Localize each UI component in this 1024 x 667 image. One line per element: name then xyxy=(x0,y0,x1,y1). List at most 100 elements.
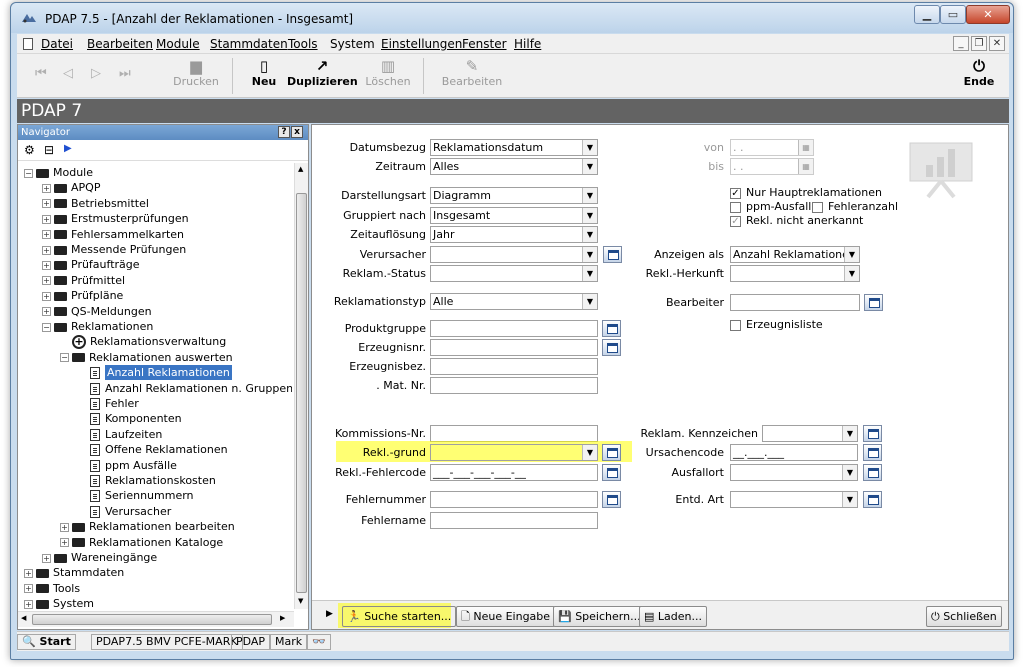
fehleranzahl-checkbox[interactable]: Fehleranzahl xyxy=(812,200,898,213)
expander-icon[interactable]: + xyxy=(42,214,51,224)
end-button[interactable]: ⏻ Ende xyxy=(959,57,999,88)
expander-icon[interactable]: + xyxy=(42,553,51,563)
expander-icon[interactable]: + xyxy=(42,183,51,193)
tree-item[interactable]: + Fehlersammelkarten xyxy=(42,227,184,242)
tree-item[interactable]: Reklamationskosten xyxy=(78,473,216,488)
tree-item[interactable]: + Reklamationen Kataloge xyxy=(60,535,223,550)
navigator-help-button[interactable]: ? xyxy=(278,126,290,138)
erzeugnisbez-input[interactable] xyxy=(430,358,598,375)
minimize-button[interactable]: ▁ xyxy=(914,5,940,24)
scroll-right-icon[interactable]: ▶ xyxy=(280,614,285,622)
bis-date-input[interactable]: . . ▦ xyxy=(730,158,814,175)
search-start-button[interactable]: 🏃 Suche starten... xyxy=(342,606,457,627)
scrollbar-thumb[interactable] xyxy=(32,614,272,625)
menu-bearbeiten[interactable]: Bearbeiten xyxy=(87,37,153,51)
tree-item[interactable]: Fehler xyxy=(78,396,139,411)
mdi-close-button[interactable]: ✕ xyxy=(989,36,1005,51)
expander-icon[interactable]: + xyxy=(24,568,33,578)
tree-collapse-icon[interactable]: ⊟ xyxy=(44,143,54,157)
chevron-down-icon[interactable]: ▼ xyxy=(842,426,857,441)
menu-tools[interactable]: Tools xyxy=(288,37,318,51)
chevron-down-icon[interactable]: ▼ xyxy=(582,445,597,460)
maximize-button[interactable]: ▭ xyxy=(940,5,966,24)
entd-art-select[interactable]: ▼ xyxy=(730,491,858,508)
von-date-input[interactable]: . . ▦ xyxy=(730,139,814,156)
prev-record-icon[interactable]: ◁ xyxy=(63,66,73,81)
erzeugnisnr-input[interactable] xyxy=(430,339,598,356)
expand-arrow-icon[interactable]: ▶ xyxy=(326,609,333,619)
menu-datei[interactable]: Datei xyxy=(41,37,73,51)
nicht-anerkannt-checkbox[interactable]: ✓ Rekl. nicht anerkannt xyxy=(730,214,863,227)
tree-item[interactable]: − Module xyxy=(24,165,93,180)
expander-icon[interactable]: + xyxy=(42,230,51,240)
verursacher-select[interactable]: ▼ xyxy=(430,246,598,263)
fehlernummer-input[interactable] xyxy=(430,491,598,508)
tree-item[interactable]: Offene Reklamationen xyxy=(78,442,228,457)
zeitraum-select[interactable]: Alles ▼ xyxy=(430,158,598,175)
rekl-grund-select[interactable]: ▼ xyxy=(430,444,598,461)
print-button[interactable]: ▆ Drucken xyxy=(171,57,221,88)
nur-haupt-checkbox[interactable]: ✓ Nur Hauptreklamationen xyxy=(730,186,882,199)
expander-icon[interactable]: + xyxy=(42,276,51,286)
expander-icon[interactable]: + xyxy=(42,291,51,301)
calendar-icon[interactable]: ▦ xyxy=(798,159,813,174)
chevron-down-icon[interactable]: ▼ xyxy=(844,247,859,262)
chevron-down-icon[interactable]: ▼ xyxy=(844,266,859,281)
menu-fenster[interactable]: Fenster xyxy=(462,37,507,51)
menu-einstellungen[interactable]: Einstellungen xyxy=(381,37,462,51)
scroll-down-icon[interactable]: ▼ xyxy=(298,597,303,605)
document-icon[interactable] xyxy=(23,38,33,50)
chevron-down-icon[interactable]: ▼ xyxy=(582,227,597,242)
tree-item[interactable]: + Wareneingänge xyxy=(42,550,157,565)
chevron-down-icon[interactable]: ▼ xyxy=(582,188,597,203)
bearbeiter-input[interactable] xyxy=(730,294,860,311)
edit-button[interactable]: ✎ Bearbeiten xyxy=(437,57,507,88)
rekl-fehlercode-input[interactable]: ___-___-___-___-__ xyxy=(430,464,598,481)
tree-item[interactable]: + QS-Meldungen xyxy=(42,304,152,319)
tree-item[interactable]: Anzahl Reklamationen n. Gruppen xyxy=(78,381,292,396)
close-form-button[interactable]: ⏻ Schließen xyxy=(926,606,1002,627)
tree-item[interactable]: + APQP xyxy=(42,180,100,195)
new-button[interactable]: ▯ Neu xyxy=(246,57,282,88)
chevron-down-icon[interactable]: ▼ xyxy=(582,159,597,174)
tree-item[interactable]: ppm Ausfälle xyxy=(78,458,177,473)
zeitaufloesung-select[interactable]: Jahr ▼ xyxy=(430,226,598,243)
mat-nr-input[interactable] xyxy=(430,377,598,394)
last-record-icon[interactable]: ⏭ xyxy=(119,66,131,81)
menu-module[interactable]: Module xyxy=(156,37,200,51)
bearbeiter-lookup-icon[interactable] xyxy=(864,294,883,311)
expander-icon[interactable]: − xyxy=(60,353,69,363)
delete-button[interactable]: ▥ Löschen xyxy=(363,57,413,88)
save-button[interactable]: 💾 Speichern... xyxy=(553,606,646,627)
tree-forward-icon[interactable]: ▶ xyxy=(64,143,72,154)
tree-expand-icon[interactable]: ⚙ xyxy=(24,143,35,157)
reklam-kennzeichen-select[interactable]: ▼ xyxy=(762,425,858,442)
tree-item[interactable]: + Messende Prüfungen xyxy=(42,242,186,257)
mdi-minimize-button[interactable]: _ xyxy=(953,36,969,51)
expander-icon[interactable]: + xyxy=(60,538,69,548)
menu-system[interactable]: System xyxy=(330,37,375,51)
tree-item[interactable]: + Prüfaufträge xyxy=(42,257,140,272)
ursachencode-input[interactable]: __.___.___ xyxy=(730,444,858,461)
tree-item[interactable]: Seriennummern xyxy=(78,488,194,503)
tree-item[interactable]: + Reklamationsverwaltung xyxy=(60,334,226,350)
chevron-down-icon[interactable]: ▼ xyxy=(582,247,597,262)
chevron-down-icon[interactable]: ▼ xyxy=(582,266,597,281)
load-button[interactable]: ▤ Laden... xyxy=(639,606,707,627)
reklamationstyp-select[interactable]: Alle ▼ xyxy=(430,293,598,310)
scroll-up-icon[interactable]: ▲ xyxy=(298,165,303,173)
scroll-left-icon[interactable]: ◀ xyxy=(21,614,26,622)
close-window-button[interactable]: ✕ xyxy=(966,5,1010,24)
expander-icon[interactable]: + xyxy=(24,599,33,609)
reklam-status-select[interactable]: ▼ xyxy=(430,265,598,282)
tree-item[interactable]: + Betriebsmittel xyxy=(42,196,149,211)
tree-item[interactable]: + Prüfpläne xyxy=(42,288,123,303)
tree-item[interactable]: Verursacher xyxy=(78,504,171,519)
tree-vertical-scrollbar[interactable]: ▲ ▼ xyxy=(294,163,308,609)
expander-icon[interactable]: − xyxy=(42,322,51,332)
entd-art-lookup-icon[interactable] xyxy=(863,491,882,508)
menu-hilfe[interactable]: Hilfe xyxy=(514,37,541,51)
gruppiert-select[interactable]: Insgesamt ▼ xyxy=(430,207,598,224)
tree-item[interactable]: + Reklamationen bearbeiten xyxy=(60,519,235,534)
expander-icon[interactable]: + xyxy=(42,260,51,270)
